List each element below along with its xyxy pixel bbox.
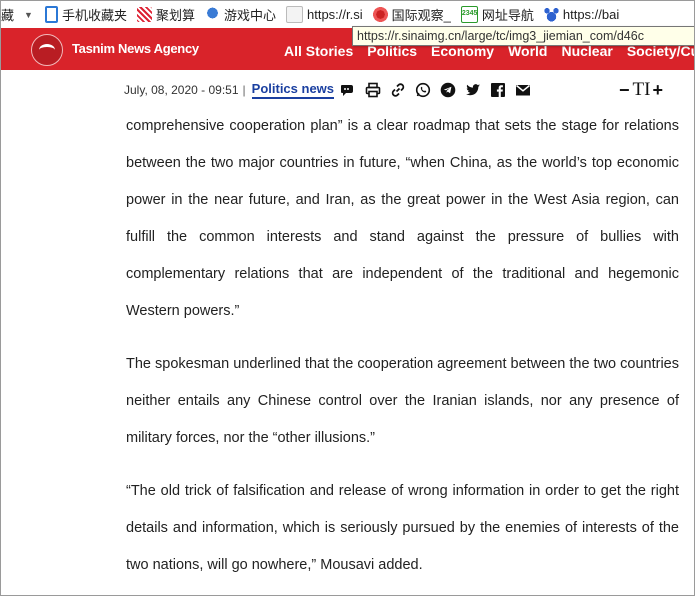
tasnim-logo[interactable] — [31, 34, 63, 66]
article-paragraph: comprehensive cooperation plan” is a cle… — [126, 118, 679, 319]
nav-all-stories[interactable]: All Stories — [284, 43, 353, 59]
bookmark-label: 聚划算 — [155, 8, 195, 23]
bookmark-partial[interactable]: 藏 — [1, 1, 14, 28]
bookmark-label: 国际观察_ — [391, 8, 451, 23]
bookmark-international[interactable]: 国际观察_ — [372, 1, 451, 28]
phone-icon — [44, 6, 58, 23]
bookmark-label: https://r.si — [306, 7, 363, 22]
bookmark-label: 游戏中心 — [223, 8, 276, 23]
category-link[interactable]: Politics news — [251, 81, 335, 99]
share-toolbar — [340, 82, 540, 98]
chevron-down-icon[interactable]: ▼ — [24, 10, 33, 20]
page-icon — [285, 6, 303, 23]
print-icon[interactable] — [365, 82, 381, 98]
bookmark-label: 藏 — [1, 8, 15, 23]
telegram-icon[interactable] — [440, 82, 456, 98]
email-icon[interactable] — [515, 82, 531, 98]
bookmarks-bar: 藏 ▼ 手机收藏夹 聚划算 游戏中心 https://r.si 国际观察_ 23… — [1, 1, 694, 28]
qq-game-icon — [204, 7, 220, 22]
bookmark-game-center[interactable]: 游戏中心 — [204, 1, 276, 28]
comment-icon[interactable] — [340, 82, 356, 98]
browser-viewport: 藏 ▼ 手机收藏夹 聚划算 游戏中心 https://r.si 国际观察_ 23… — [0, 0, 695, 596]
bookmark-label: 手机收藏夹 — [61, 8, 127, 23]
2345-icon: 2345 — [460, 6, 478, 23]
baidu-paw-icon — [543, 7, 559, 22]
bookmark-label: 网址导航 — [481, 8, 534, 23]
font-size-controls: − TI + — [619, 79, 663, 101]
article-body: comprehensive cooperation plan” is a cle… — [126, 108, 679, 595]
url-tooltip: https://r.sinaimg.cn/large/tc/img3_jiemi… — [352, 26, 694, 46]
whatsapp-icon[interactable] — [415, 82, 431, 98]
link-icon[interactable] — [390, 82, 406, 98]
bookmark-juhuasuan[interactable]: 聚划算 — [136, 1, 195, 28]
site-brand[interactable]: Tasnim News Agency — [72, 41, 199, 56]
facebook-icon[interactable] — [490, 82, 506, 98]
font-increase-button[interactable]: + — [652, 80, 663, 101]
bookmark-mobile-favorites[interactable]: 手机收藏夹 — [44, 1, 127, 28]
globe-icon — [372, 7, 388, 22]
publish-date: July, 08, 2020 - 09:51 — [124, 83, 239, 97]
font-size-icon: TI — [632, 79, 651, 100]
bookmark-baidu[interactable]: https://bai — [543, 1, 620, 28]
article-paragraph: “The old trick of falsification and rele… — [126, 483, 679, 573]
juhuasuan-icon — [136, 7, 152, 22]
bookmark-sinaimg[interactable]: https://r.si — [285, 1, 363, 28]
bookmark-label: https://bai — [562, 7, 620, 22]
article-paragraph: The spokesman underlined that the cooper… — [126, 356, 679, 446]
twitter-icon[interactable] — [465, 82, 481, 98]
meta-separator: | — [242, 83, 246, 97]
font-decrease-button[interactable]: − — [619, 80, 630, 101]
article-meta: July, 08, 2020 - 09:51 | Politics news — [124, 80, 540, 100]
bookmark-nav-site[interactable]: 2345 网址导航 — [460, 1, 534, 28]
